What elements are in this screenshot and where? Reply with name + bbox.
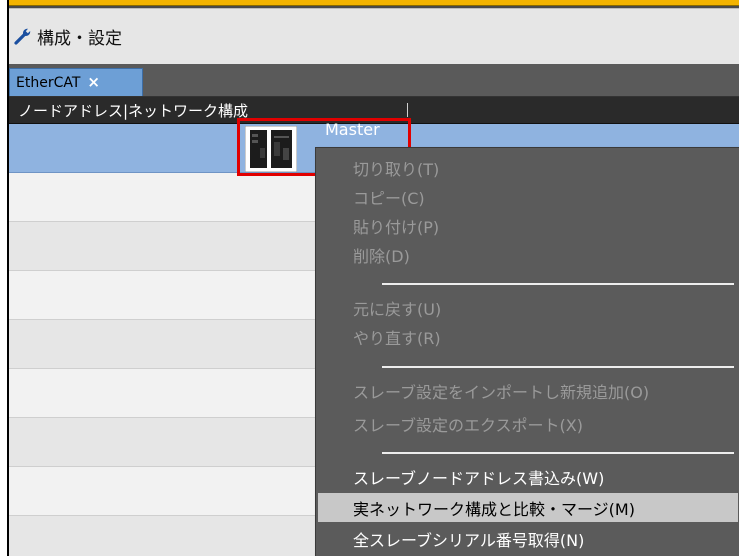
- menu-item-cut[interactable]: 切り取り(T): [318, 153, 738, 182]
- menu-separator: [382, 283, 734, 285]
- tab-ethercat[interactable]: EtherCAT ×: [9, 68, 143, 96]
- menu-separator: [382, 452, 734, 454]
- context-menu: 切り取り(T) コピー(C) 貼り付け(P) 削除(D) 元に戻す(U) やり直…: [315, 147, 739, 556]
- title-row: 構成・設定: [9, 23, 122, 49]
- menu-item-label: スレーブノードアドレス書込み(W): [353, 468, 605, 488]
- menu-item-label: 実ネットワーク構成と比較・マージ(M): [353, 499, 635, 519]
- title-bar: 構成・設定: [9, 8, 739, 65]
- menu-item-get-serial-numbers[interactable]: 全スレーブシリアル番号取得(N): [318, 524, 738, 553]
- column-header-label: ノードアドレス|ネットワーク構成: [18, 101, 249, 120]
- menu-item-label: 削除(D): [353, 246, 410, 266]
- menu-item-label: スレーブ設定のエクスポート(X): [353, 415, 584, 435]
- menu-item-label: コピー(C): [353, 188, 425, 208]
- menu-item-label: 貼り付け(P): [353, 217, 440, 237]
- master-node-label: Master: [325, 120, 380, 139]
- menu-separator: [382, 366, 734, 368]
- menu-item-write-slave-node-address[interactable]: スレーブノードアドレス書込み(W): [318, 462, 738, 491]
- menu-item-import-slave-settings[interactable]: スレーブ設定をインポートし新規追加(O): [318, 376, 738, 405]
- controller-device-icon[interactable]: [244, 125, 298, 173]
- menu-item-undo[interactable]: 元に戻す(U): [318, 293, 738, 322]
- menu-item-redo[interactable]: やり直す(R): [318, 322, 738, 351]
- tab-ethercat-label: EtherCAT: [16, 74, 81, 91]
- menu-item-paste[interactable]: 貼り付け(P): [318, 211, 738, 240]
- window-title: 構成・設定: [37, 28, 122, 49]
- accent-strip: [9, 0, 739, 6]
- menu-item-copy[interactable]: コピー(C): [318, 182, 738, 211]
- menu-item-compare-merge[interactable]: 実ネットワーク構成と比較・マージ(M): [318, 493, 738, 522]
- tab-strip: EtherCAT ×: [9, 64, 739, 97]
- menu-item-label: 全スレーブシリアル番号取得(N): [353, 530, 585, 550]
- menu-item-export-slave-settings[interactable]: スレーブ設定のエクスポート(X): [318, 409, 738, 438]
- menu-item-label: やり直す(R): [353, 328, 441, 348]
- column-divider[interactable]: [407, 103, 408, 117]
- close-icon[interactable]: ×: [87, 75, 100, 90]
- wrench-icon: [13, 26, 33, 46]
- menu-item-delete[interactable]: 削除(D): [318, 240, 738, 269]
- menu-item-label: 元に戻す(U): [353, 299, 442, 319]
- menu-item-label: 切り取り(T): [353, 159, 440, 179]
- configuration-window: 構成・設定 EtherCAT × ノードアドレス|ネットワーク構成 Master…: [7, 0, 739, 556]
- menu-item-label: スレーブ設定をインポートし新規追加(O): [353, 382, 650, 402]
